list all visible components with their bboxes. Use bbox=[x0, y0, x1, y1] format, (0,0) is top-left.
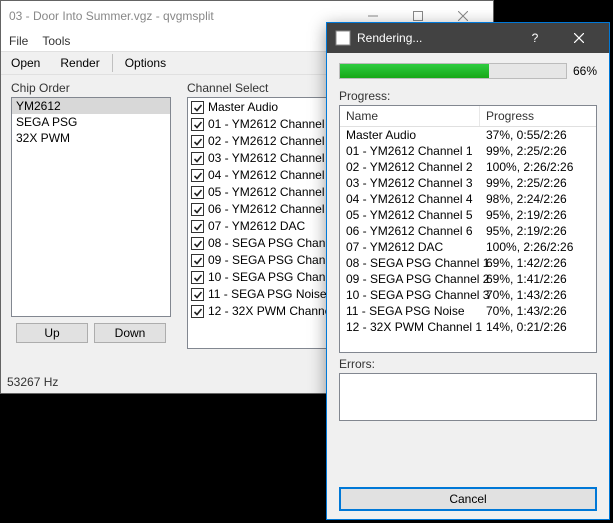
progress-row[interactable]: 12 - 32X PWM Channel 114%, 0:21/2:26 bbox=[340, 319, 596, 335]
checkbox-icon[interactable] bbox=[191, 152, 204, 165]
progress-row-name: 02 - YM2612 Channel 2 bbox=[340, 159, 480, 175]
progress-row-value: 100%, 2:26/2:26 bbox=[480, 159, 579, 175]
chip-item[interactable]: YM2612 bbox=[12, 98, 170, 114]
progress-row-value: 99%, 2:25/2:26 bbox=[480, 143, 573, 159]
progress-row-value: 69%, 1:41/2:26 bbox=[480, 271, 573, 287]
cancel-button[interactable]: Cancel bbox=[339, 487, 597, 511]
progress-row-name: Master Audio bbox=[340, 127, 480, 143]
checkbox-icon[interactable] bbox=[191, 118, 204, 131]
dialog-title: Rendering... bbox=[357, 31, 513, 45]
progress-row[interactable]: 11 - SEGA PSG Noise70%, 1:43/2:26 bbox=[340, 303, 596, 319]
progress-row-name: 07 - YM2612 DAC bbox=[340, 239, 480, 255]
down-button[interactable]: Down bbox=[94, 323, 166, 343]
errors-box[interactable] bbox=[339, 373, 597, 421]
checkbox-icon[interactable] bbox=[191, 135, 204, 148]
progress-row[interactable]: 03 - YM2612 Channel 399%, 2:25/2:26 bbox=[340, 175, 596, 191]
help-button[interactable]: ? bbox=[513, 23, 557, 53]
up-button[interactable]: Up bbox=[16, 323, 88, 343]
window-title: 03 - Door Into Summer.vgz - qvgmsplit bbox=[9, 9, 350, 23]
progress-label: Progress: bbox=[339, 89, 597, 103]
channel-label: 06 - YM2612 Channel 6 bbox=[208, 201, 335, 218]
channel-label: 07 - YM2612 DAC bbox=[208, 218, 305, 235]
progress-row[interactable]: 09 - SEGA PSG Channel 269%, 1:41/2:26 bbox=[340, 271, 596, 287]
toolbar-separator bbox=[112, 54, 113, 72]
progress-row-value: 95%, 2:19/2:26 bbox=[480, 223, 573, 239]
progress-row[interactable]: 05 - YM2612 Channel 595%, 2:19/2:26 bbox=[340, 207, 596, 223]
app-icon bbox=[335, 30, 351, 46]
chip-item[interactable]: SEGA PSG bbox=[12, 114, 170, 130]
checkbox-icon[interactable] bbox=[191, 220, 204, 233]
checkbox-icon[interactable] bbox=[191, 254, 204, 267]
menu-tools[interactable]: Tools bbox=[42, 34, 70, 48]
progress-row-value: 95%, 2:19/2:26 bbox=[480, 207, 573, 223]
channel-label: 01 - YM2612 Channel 1 bbox=[208, 116, 335, 133]
checkbox-icon[interactable] bbox=[191, 186, 204, 199]
progress-row-name: 01 - YM2612 Channel 1 bbox=[340, 143, 480, 159]
checkbox-icon[interactable] bbox=[191, 237, 204, 250]
progress-row-value: 37%, 0:55/2:26 bbox=[480, 127, 573, 143]
channel-label: 12 - 32X PWM Channel 1 bbox=[208, 303, 344, 320]
progress-fill bbox=[340, 64, 489, 78]
progress-row[interactable]: 04 - YM2612 Channel 498%, 2:24/2:26 bbox=[340, 191, 596, 207]
toolbar-options[interactable]: Options bbox=[115, 53, 176, 73]
progress-row[interactable]: 08 - SEGA PSG Channel 169%, 1:42/2:26 bbox=[340, 255, 596, 271]
progress-row[interactable]: 10 - SEGA PSG Channel 370%, 1:43/2:26 bbox=[340, 287, 596, 303]
progress-row[interactable]: 06 - YM2612 Channel 695%, 2:19/2:26 bbox=[340, 223, 596, 239]
chip-order-label: Chip Order bbox=[11, 81, 171, 95]
progress-row-name: 09 - SEGA PSG Channel 2 bbox=[340, 271, 480, 287]
toolbar-render[interactable]: Render bbox=[50, 53, 109, 73]
progress-table[interactable]: Name Progress Master Audio37%, 0:55/2:26… bbox=[339, 105, 597, 353]
chip-item[interactable]: 32X PWM bbox=[12, 130, 170, 146]
progress-row-name: 12 - 32X PWM Channel 1 bbox=[340, 319, 480, 335]
progress-row-name: 03 - YM2612 Channel 3 bbox=[340, 175, 480, 191]
progress-row[interactable]: 01 - YM2612 Channel 199%, 2:25/2:26 bbox=[340, 143, 596, 159]
dialog-close-button[interactable] bbox=[557, 23, 601, 53]
checkbox-icon[interactable] bbox=[191, 169, 204, 182]
toolbar-open[interactable]: Open bbox=[1, 53, 50, 73]
progress-row-name: 06 - YM2612 Channel 6 bbox=[340, 223, 480, 239]
progress-row-name: 04 - YM2612 Channel 4 bbox=[340, 191, 480, 207]
channel-label: 03 - YM2612 Channel 3 bbox=[208, 150, 335, 167]
progress-row-name: 05 - YM2612 Channel 5 bbox=[340, 207, 480, 223]
checkbox-icon[interactable] bbox=[191, 203, 204, 216]
checkbox-icon[interactable] bbox=[191, 288, 204, 301]
dialog-titlebar[interactable]: Rendering... ? bbox=[327, 23, 609, 53]
progress-row-value: 14%, 0:21/2:26 bbox=[480, 319, 573, 335]
col-progress[interactable]: Progress bbox=[480, 106, 540, 126]
channel-label: 04 - YM2612 Channel 4 bbox=[208, 167, 335, 184]
errors-label: Errors: bbox=[339, 357, 597, 371]
channel-label: 02 - YM2612 Channel 2 bbox=[208, 133, 335, 150]
overall-progress-percent: 66% bbox=[573, 64, 597, 78]
checkbox-icon[interactable] bbox=[191, 101, 204, 114]
checkbox-icon[interactable] bbox=[191, 271, 204, 284]
progress-row[interactable]: 02 - YM2612 Channel 2100%, 2:26/2:26 bbox=[340, 159, 596, 175]
col-name[interactable]: Name bbox=[340, 106, 480, 126]
channel-label: 11 - SEGA PSG Noise bbox=[208, 286, 327, 303]
progress-row-name: 08 - SEGA PSG Channel 1 bbox=[340, 255, 480, 271]
overall-progress-bar bbox=[339, 63, 567, 79]
chip-order-list[interactable]: YM2612SEGA PSG32X PWM bbox=[11, 97, 171, 317]
progress-row[interactable]: Master Audio37%, 0:55/2:26 bbox=[340, 127, 596, 143]
checkbox-icon[interactable] bbox=[191, 305, 204, 318]
progress-row-name: 11 - SEGA PSG Noise bbox=[340, 303, 480, 319]
menu-file[interactable]: File bbox=[9, 34, 28, 48]
channel-label: Master Audio bbox=[208, 99, 278, 116]
rendering-dialog: Rendering... ? 66% Progress: Name Progre… bbox=[326, 22, 610, 520]
progress-row-value: 99%, 2:25/2:26 bbox=[480, 175, 573, 191]
progress-row-value: 69%, 1:42/2:26 bbox=[480, 255, 573, 271]
channel-label: 05 - YM2612 Channel 5 bbox=[208, 184, 335, 201]
progress-row-value: 70%, 1:43/2:26 bbox=[480, 303, 573, 319]
progress-row-value: 100%, 2:26/2:26 bbox=[480, 239, 579, 255]
progress-row[interactable]: 07 - YM2612 DAC100%, 2:26/2:26 bbox=[340, 239, 596, 255]
progress-row-value: 98%, 2:24/2:26 bbox=[480, 191, 573, 207]
progress-row-name: 10 - SEGA PSG Channel 3 bbox=[340, 287, 480, 303]
progress-row-value: 70%, 1:43/2:26 bbox=[480, 287, 573, 303]
